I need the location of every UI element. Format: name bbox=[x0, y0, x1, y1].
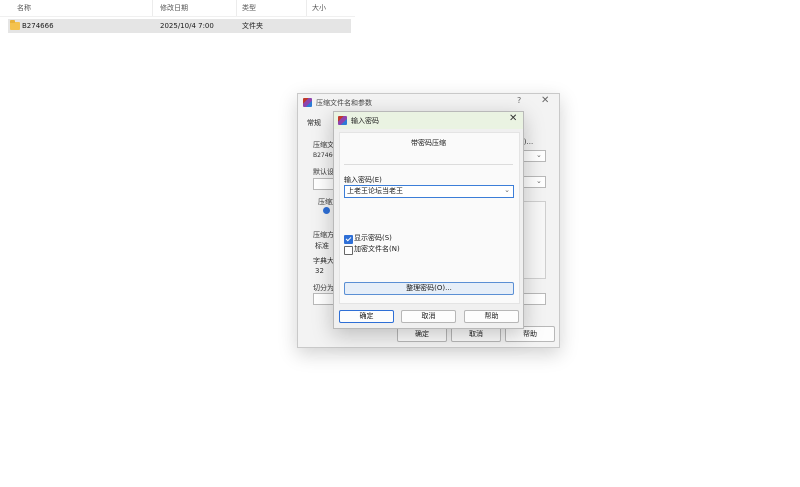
password-label: 输入密码(E) bbox=[344, 176, 382, 184]
column-size[interactable]: 大小 bbox=[312, 3, 326, 14]
tab-general[interactable]: 常规 bbox=[307, 118, 321, 128]
encrypt-filenames-label: 加密文件名(N) bbox=[354, 245, 400, 253]
dialog-title: 输入密码 bbox=[351, 117, 379, 125]
dictionary-size-label: 字典大 bbox=[313, 257, 334, 265]
show-password-label: 显示密码(S) bbox=[354, 234, 392, 242]
checkbox-checked-icon[interactable] bbox=[344, 235, 353, 244]
format-radio[interactable] bbox=[323, 207, 330, 214]
ok-button[interactable]: 确定 bbox=[339, 310, 394, 323]
compression-method-label: 压缩方 bbox=[313, 231, 334, 239]
chevron-down-icon[interactable]: ⌄ bbox=[504, 186, 510, 194]
default-profile-label: 默认设 bbox=[313, 168, 334, 176]
column-divider[interactable] bbox=[236, 0, 237, 16]
table-row[interactable]: B274666 2025/10/4 7:00 文件夹 bbox=[8, 19, 351, 33]
split-volume-input[interactable] bbox=[313, 293, 335, 305]
password-value: 上老王论坛当老王 bbox=[347, 187, 403, 195]
winrar-icon bbox=[303, 98, 312, 107]
column-type[interactable]: 类型 bbox=[242, 3, 256, 14]
password-input[interactable]: 上老王论坛当老王 ⌄ bbox=[344, 185, 514, 198]
close-icon[interactable]: ✕ bbox=[541, 95, 549, 106]
manage-passwords-button[interactable]: 整理密码(O)... bbox=[344, 282, 514, 295]
winrar-icon bbox=[338, 116, 347, 125]
folder-icon bbox=[10, 20, 20, 30]
column-modified[interactable]: 修改日期 bbox=[160, 3, 188, 14]
file-name: B274666 bbox=[22, 22, 54, 30]
help-button[interactable]: 帮助 bbox=[464, 310, 519, 323]
password-panel bbox=[339, 132, 520, 304]
password-dialog: 输入密码 ✕ 带密码压缩 输入密码(E) 上老王论坛当老王 ⌄ 显示密码(S) … bbox=[333, 111, 524, 329]
divider bbox=[344, 164, 513, 165]
checkbox-unchecked-icon[interactable] bbox=[344, 246, 353, 255]
column-divider[interactable] bbox=[306, 0, 307, 16]
chevron-down-icon: ⌄ bbox=[536, 177, 542, 185]
archive-name-label: 压缩文 bbox=[313, 141, 334, 149]
chevron-down-icon: ⌄ bbox=[536, 151, 542, 159]
help-icon[interactable]: ? bbox=[517, 96, 521, 105]
dictionary-size-value[interactable]: 32 bbox=[315, 267, 324, 275]
dialog-title: 压缩文件名和参数 bbox=[316, 99, 372, 107]
file-explorer-list: ^ 名称 修改日期 类型 大小 B274666 2025/10/4 7:00 文… bbox=[0, 0, 360, 40]
compression-method-value[interactable]: 标准 bbox=[315, 241, 329, 251]
sort-up-icon: ^ bbox=[81, 0, 87, 5]
dialog-heading: 带密码压缩 bbox=[411, 139, 446, 147]
close-icon[interactable]: ✕ bbox=[509, 113, 517, 124]
column-divider[interactable] bbox=[152, 0, 153, 16]
split-volume-label: 切分为 bbox=[313, 284, 334, 292]
cancel-button[interactable]: 取消 bbox=[401, 310, 456, 323]
dialog-titlebar[interactable]: 输入密码 ✕ bbox=[334, 112, 523, 129]
column-header-bar: ^ 名称 修改日期 类型 大小 bbox=[0, 0, 355, 17]
profile-button[interactable] bbox=[313, 178, 335, 190]
file-modified: 2025/10/4 7:00 bbox=[160, 22, 214, 30]
file-type: 文件夹 bbox=[242, 22, 263, 30]
column-name[interactable]: 名称 bbox=[17, 3, 31, 14]
